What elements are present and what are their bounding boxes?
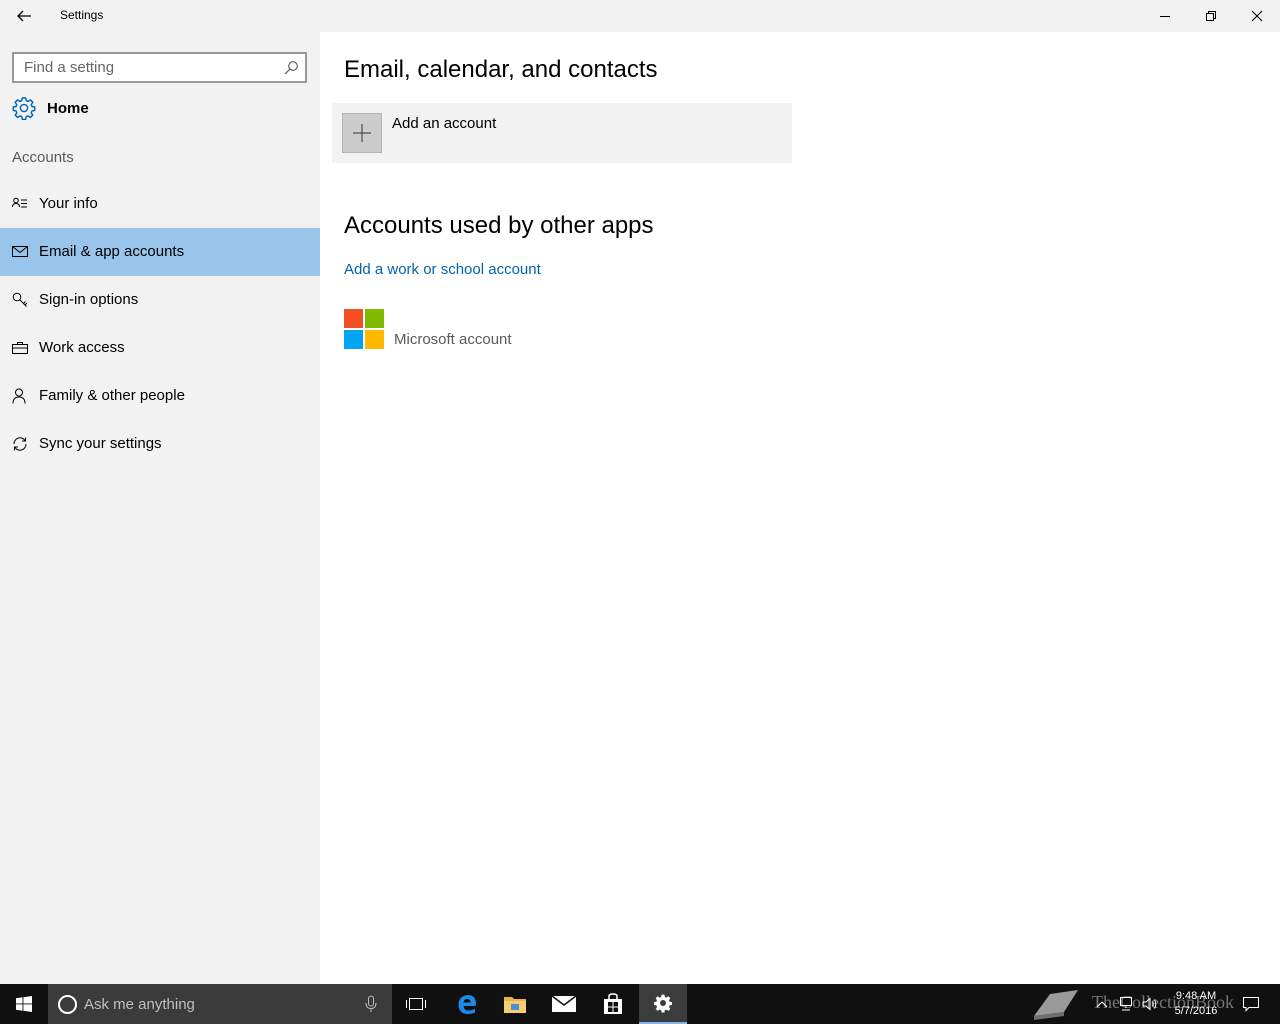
notification-icon <box>1243 997 1259 1012</box>
sidebar-item-label: Sign-in options <box>39 291 139 308</box>
close-icon <box>1251 10 1263 22</box>
sidebar-item-your-info[interactable]: Your info <box>0 180 320 228</box>
edge-icon <box>458 995 476 1014</box>
chevron-up-icon <box>1096 1001 1108 1008</box>
microsoft-account-item[interactable]: Microsoft account <box>394 331 512 348</box>
microphone-icon[interactable] <box>364 995 378 1013</box>
person-icon <box>12 388 26 404</box>
cortana-icon <box>58 995 77 1014</box>
back-arrow-icon <box>17 10 31 22</box>
file-explorer-button[interactable] <box>491 984 539 1024</box>
restore-icon <box>1206 11 1216 21</box>
clock-date: 5/7/2016 <box>1174 1005 1218 1017</box>
add-work-school-account-link[interactable]: Add a work or school account <box>344 261 541 278</box>
gear-icon <box>12 97 36 120</box>
sidebar-item-work-access[interactable]: Work access <box>0 324 320 372</box>
add-account-tile <box>342 113 382 153</box>
folder-icon <box>504 997 526 1013</box>
restore-button[interactable] <box>1188 0 1234 32</box>
network-icon <box>1120 997 1132 1011</box>
home-link[interactable]: Home <box>0 92 320 126</box>
windows-logo-icon <box>16 996 32 1012</box>
sidebar-item-sync-your-settings[interactable]: Sync your settings <box>0 420 320 468</box>
clock[interactable]: 9:48 AM 5/7/2016 <box>1166 989 1226 1019</box>
action-center-button[interactable] <box>1236 984 1266 1024</box>
edge-browser-button[interactable] <box>443 984 491 1024</box>
sidebar-item-label: Email & app accounts <box>39 243 185 260</box>
book-logo-icon <box>1034 990 1078 1020</box>
clock-time: 9:48 AM <box>1175 990 1217 1002</box>
briefcase-icon <box>12 342 28 354</box>
minimize-icon <box>1160 16 1170 17</box>
start-button[interactable] <box>0 984 48 1024</box>
network-button[interactable] <box>1114 984 1138 1024</box>
close-button[interactable] <box>1234 0 1280 32</box>
speaker-icon <box>1142 997 1157 1011</box>
mail-icon <box>12 246 28 257</box>
task-view-button[interactable] <box>392 984 440 1024</box>
page-title: Email, calendar, and contacts <box>344 56 658 83</box>
back-button[interactable] <box>0 0 48 32</box>
search-box[interactable] <box>12 52 307 83</box>
minimize-button[interactable] <box>1142 0 1188 32</box>
title-bar: Settings <box>0 0 1280 32</box>
taskbar: Ask me anything TheCollectionBook 9:48 A… <box>0 984 1280 1024</box>
show-hidden-icons-button[interactable] <box>1092 984 1112 1024</box>
volume-button[interactable] <box>1138 984 1162 1024</box>
sidebar: Home Accounts Your info Email & app acco… <box>0 32 320 984</box>
section-header: Accounts <box>12 149 74 166</box>
section-title: Accounts used by other apps <box>344 212 654 239</box>
key-icon <box>12 292 28 307</box>
window-title: Settings <box>60 8 104 22</box>
sync-icon <box>13 437 27 451</box>
home-label: Home <box>47 100 89 117</box>
sidebar-item-family-other-people[interactable]: Family & other people <box>0 372 320 420</box>
mail-app-button[interactable] <box>540 984 588 1024</box>
sidebar-item-label: Your info <box>39 195 98 212</box>
cortana-search-placeholder: Ask me anything <box>84 996 195 1013</box>
add-account-button[interactable]: Add an account <box>332 103 792 163</box>
settings-app-button[interactable] <box>639 984 687 1024</box>
plus-icon <box>353 124 371 142</box>
store-app-button[interactable] <box>589 984 637 1024</box>
sidebar-item-label: Work access <box>39 339 125 356</box>
sidebar-item-sign-in-options[interactable]: Sign-in options <box>0 276 320 324</box>
add-account-label: Add an account <box>392 115 497 132</box>
sidebar-item-label: Sync your settings <box>39 435 162 452</box>
sidebar-item-label: Family & other people <box>39 387 185 404</box>
contact-card-icon <box>12 197 27 208</box>
cortana-search-box[interactable]: Ask me anything <box>48 984 392 1024</box>
search-icon[interactable] <box>283 60 299 76</box>
mail-app-icon <box>551 995 577 1012</box>
microsoft-logo-icon <box>344 309 384 349</box>
settings-gear-icon <box>654 994 672 1013</box>
search-input[interactable] <box>14 54 279 81</box>
store-icon <box>604 993 622 1014</box>
sidebar-item-email-app-accounts[interactable]: Email & app accounts <box>0 228 320 276</box>
task-view-icon <box>406 998 426 1010</box>
